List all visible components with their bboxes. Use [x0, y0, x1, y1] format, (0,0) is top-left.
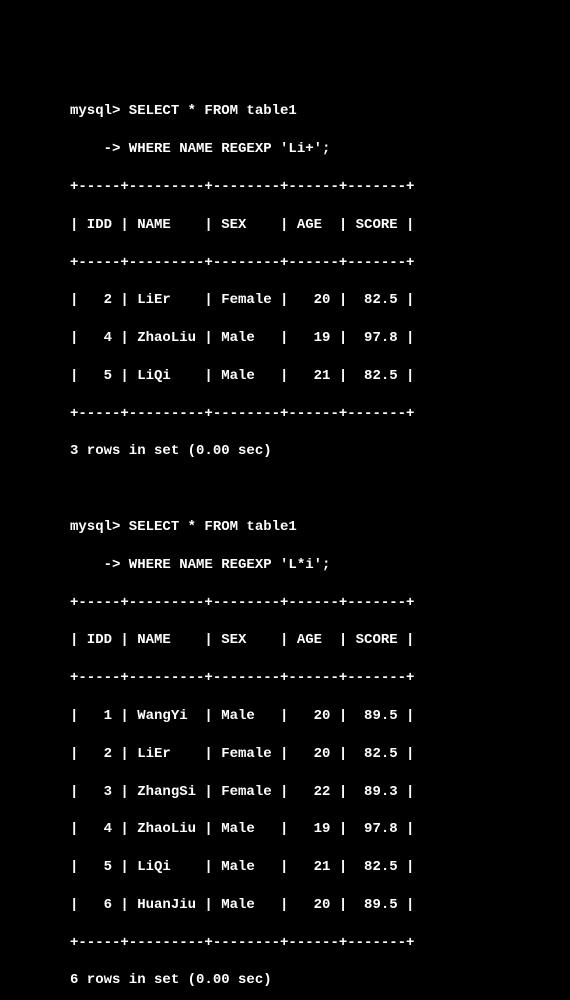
- table-row: | 1 | WangYi | Male | 20 | 89.5 |: [70, 707, 570, 726]
- table-row: | 6 | HuanJiu | Male | 20 | 89.5 |: [70, 896, 570, 915]
- query1-header: | IDD | NAME | SEX | AGE | SCORE |: [70, 216, 570, 235]
- query2-prompt-line1: mysql> SELECT * FROM table1: [70, 518, 570, 537]
- query1-border-mid: +-----+---------+--------+------+-------…: [70, 254, 570, 273]
- table-row: | 2 | LiEr | Female | 20 | 82.5 |: [70, 291, 570, 310]
- query2-border-mid: +-----+---------+--------+------+-------…: [70, 669, 570, 688]
- table-row: | 4 | ZhaoLiu | Male | 19 | 97.8 |: [70, 820, 570, 839]
- query1-prompt-line2: -> WHERE NAME REGEXP 'Li+';: [70, 140, 570, 159]
- query2-border-top: +-----+---------+--------+------+-------…: [70, 594, 570, 613]
- query1-border-top: +-----+---------+--------+------+-------…: [70, 178, 570, 197]
- table-row: | 3 | ZhangSi | Female | 22 | 89.3 |: [70, 783, 570, 802]
- table-row: | 5 | LiQi | Male | 21 | 82.5 |: [70, 367, 570, 386]
- query2-summary: 6 rows in set (0.00 sec): [70, 971, 570, 990]
- mysql-terminal: mysql> SELECT * FROM table1 -> WHERE NAM…: [0, 84, 570, 1000]
- table-row: | 2 | LiEr | Female | 20 | 82.5 |: [70, 745, 570, 764]
- table-row: | 4 | ZhaoLiu | Male | 19 | 97.8 |: [70, 329, 570, 348]
- query1-border-bottom: +-----+---------+--------+------+-------…: [70, 405, 570, 424]
- query2-border-bottom: +-----+---------+--------+------+-------…: [70, 934, 570, 953]
- query1-prompt-line1: mysql> SELECT * FROM table1: [70, 102, 570, 121]
- query2-header: | IDD | NAME | SEX | AGE | SCORE |: [70, 631, 570, 650]
- table-row: | 5 | LiQi | Male | 21 | 82.5 |: [70, 858, 570, 877]
- blank-line: [70, 480, 570, 499]
- query2-prompt-line2: -> WHERE NAME REGEXP 'L*i';: [70, 556, 570, 575]
- query1-summary: 3 rows in set (0.00 sec): [70, 442, 570, 461]
